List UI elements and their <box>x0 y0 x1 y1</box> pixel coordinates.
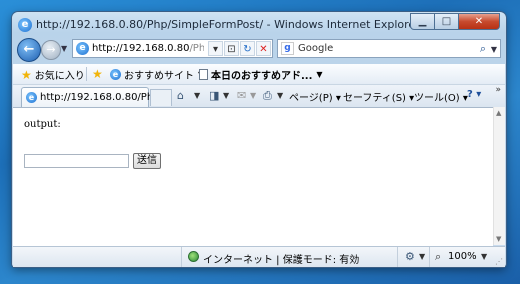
home-icon[interactable]: ⌂ <box>177 89 184 102</box>
ie-logo-icon: e <box>18 18 32 32</box>
favorites-star-icon: ★ <box>21 67 32 82</box>
add-to-favorites-bar-button[interactable]: ★ <box>92 67 106 81</box>
browser-window: e http://192.168.0.80/Php/SimpleFormPost… <box>12 12 506 267</box>
todays-picks-button[interactable]: 本日のおすすめアド... ▼ <box>199 67 323 82</box>
stop-icon[interactable]: ✕ <box>256 41 271 56</box>
suggested-sites-ie-icon: e <box>110 69 121 80</box>
search-box[interactable]: g Google ⌕ ▼ <box>277 39 501 58</box>
security-dropdown-icon[interactable]: ▼ <box>419 252 425 261</box>
mail-dropdown-icon[interactable]: ▼ <box>250 91 256 100</box>
internet-zone-globe-icon <box>188 251 199 262</box>
tab-active[interactable]: e http://192.168.0.80/Ph... <box>21 87 163 107</box>
tools-menu-label: ツール(O) <box>414 93 460 104</box>
maximize-button[interactable]: □ <box>434 13 459 30</box>
safety-menu[interactable]: セーフティ(S) ▾ <box>343 89 414 104</box>
chevron-down-icon: ▼ <box>316 70 323 79</box>
document-icon <box>199 69 208 80</box>
tab-and-command-bar: e http://192.168.0.80/Ph... ⌂ ▼ ◨ ▼ ✉ ▼ … <box>13 85 505 107</box>
search-input[interactable]: Google <box>298 43 333 54</box>
window-title: http://192.168.0.80/Php/SimpleFormPost/ … <box>36 18 420 31</box>
resize-grip-icon[interactable]: ⋰ <box>495 257 503 266</box>
submit-button[interactable]: 送信 <box>133 153 161 169</box>
forward-button[interactable]: → <box>41 40 61 60</box>
safety-menu-label: セーフティ(S) <box>343 93 406 104</box>
todays-picks-label: 本日のおすすめアド... <box>211 71 313 82</box>
search-options-dropdown-icon[interactable]: ▼ <box>491 45 497 54</box>
scroll-up-arrow-icon[interactable]: ▲ <box>496 109 501 117</box>
favorites-label: お気に入り <box>34 71 85 82</box>
window-controls: ▁ □ ✕ <box>410 13 500 30</box>
help-icon[interactable]: ? ▾ <box>467 89 481 100</box>
close-button[interactable]: ✕ <box>458 13 500 30</box>
tools-menu[interactable]: ツール(O) ▾ <box>414 89 468 104</box>
address-field[interactable]: http://192.168.0.80/Php/S <box>92 43 204 54</box>
print-icon[interactable]: ⎙ <box>263 89 272 103</box>
google-icon: g <box>281 42 294 55</box>
recent-pages-dropdown-icon[interactable]: ▼ <box>61 44 67 53</box>
zoom-magnifier-icon[interactable]: ⌕ <box>435 250 441 264</box>
new-tab-button[interactable] <box>150 89 172 106</box>
text-input[interactable] <box>24 154 129 168</box>
security-zone-text[interactable]: インターネット | 保護モード: 有効 <box>203 251 359 266</box>
address-dropdown-icon[interactable]: ▾ <box>208 41 223 56</box>
home-dropdown-icon[interactable]: ▼ <box>194 91 200 100</box>
page-ie-icon: e <box>76 42 89 55</box>
suggested-sites-label: おすすめサイト <box>124 71 194 82</box>
add-favorite-star-icon: ★ <box>92 67 103 81</box>
address-bar[interactable]: e http://192.168.0.80/Php/S ▾ ⊡ ↻ ✕ <box>72 39 273 58</box>
address-tools: ▾ ⊡ ↻ ✕ <box>207 41 271 56</box>
status-divider <box>181 247 182 267</box>
favorites-bar: ★ お気に入り ★ e おすすめサイト ▼ 本日のおすすめアド... ▼ <box>13 64 505 85</box>
tab-ie-icon: e <box>26 92 37 103</box>
status-bar: インターネット | 保護モード: 有効 ⚙ ▼ ⌕ 100% ▼ ⋰ <box>13 246 505 267</box>
print-dropdown-icon[interactable]: ▼ <box>277 91 283 100</box>
mail-icon[interactable]: ✉ <box>237 89 246 102</box>
tab-title: http://192.168.0.80/Ph... <box>40 92 163 103</box>
refresh-icon[interactable]: ↻ <box>240 41 255 56</box>
more-commands-chevron-icon[interactable]: » <box>495 85 501 95</box>
vertical-scrollbar[interactable]: ▲ ▼ <box>493 107 505 245</box>
title-bar: e http://192.168.0.80/Php/SimpleFormPost… <box>12 12 506 38</box>
zoom-level[interactable]: 100% <box>448 251 477 262</box>
back-button[interactable]: ← <box>17 38 41 62</box>
scroll-down-arrow-icon[interactable]: ▼ <box>496 235 501 243</box>
feeds-icon[interactable]: ◨ <box>209 89 219 102</box>
suggested-sites-button[interactable]: e おすすめサイト ▼ <box>110 67 204 82</box>
feeds-dropdown-icon[interactable]: ▼ <box>223 91 229 100</box>
output-label: output: <box>24 119 61 130</box>
security-status-icon[interactable]: ⚙ <box>405 250 415 263</box>
zoom-dropdown-icon[interactable]: ▼ <box>481 252 487 261</box>
navigation-bar: ← → ▼ e http://192.168.0.80/Php/S ▾ ⊡ ↻ … <box>12 38 506 62</box>
page-content: output: 送信 <box>13 107 493 246</box>
favorites-button[interactable]: ★ お気に入り <box>21 67 85 83</box>
status-divider <box>429 247 430 267</box>
page-menu[interactable]: ページ(P) ▾ <box>289 89 341 104</box>
search-icon[interactable]: ⌕ <box>480 42 486 56</box>
status-divider <box>397 247 398 267</box>
page-menu-label: ページ(P) <box>289 93 333 104</box>
separator <box>86 67 87 81</box>
compatibility-view-icon[interactable]: ⊡ <box>224 41 239 56</box>
minimize-button[interactable]: ▁ <box>410 13 435 30</box>
